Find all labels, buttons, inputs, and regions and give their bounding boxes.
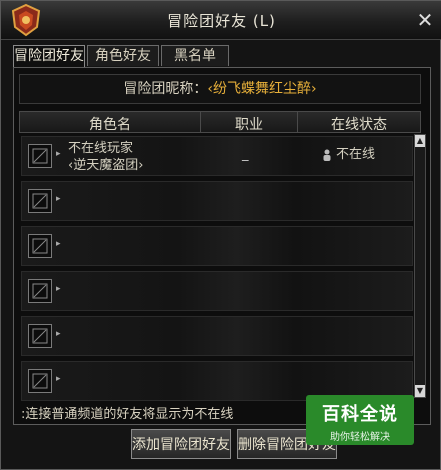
empty-slot-icon bbox=[32, 373, 48, 389]
expand-arrow-icon[interactable]: ▸ bbox=[56, 194, 61, 204]
column-header-name: 角色名 bbox=[89, 117, 131, 133]
row-status: 不在线 bbox=[322, 143, 375, 162]
column-header-job: 职业 bbox=[235, 117, 263, 133]
character-portrait bbox=[28, 189, 52, 213]
scroll-down-button[interactable]: ▼ bbox=[415, 385, 425, 397]
nickname-value: ‹纷飞蝶舞红尘醉› bbox=[207, 81, 317, 97]
character-name: 不在线玩家 bbox=[68, 141, 134, 156]
status-text: 不在线 bbox=[336, 147, 376, 162]
tab-blacklist[interactable]: 黑名单 bbox=[161, 45, 229, 66]
table-row[interactable]: ▸ bbox=[21, 181, 413, 221]
character-portrait bbox=[28, 324, 52, 348]
site-watermark: 百科全说 助你轻松解决 bbox=[306, 395, 414, 445]
expand-arrow-icon[interactable]: ▸ bbox=[56, 239, 61, 249]
character-portrait bbox=[28, 369, 52, 393]
offline-hint: :连接普通频道的好友将显示为不在线 bbox=[21, 407, 234, 422]
add-friend-button[interactable]: 添加冒险团好友 bbox=[131, 429, 231, 459]
window-title: 冒险团好友 (L) bbox=[167, 12, 276, 30]
scroll-up-button[interactable]: ▲ bbox=[415, 135, 425, 147]
empty-slot-icon bbox=[32, 238, 48, 254]
table-header: 角色名 职业 在线状态 bbox=[19, 111, 421, 133]
table-row[interactable]: ▸ bbox=[21, 271, 413, 311]
empty-slot-icon bbox=[32, 283, 48, 299]
character-portrait bbox=[28, 234, 52, 258]
watermark-title: 百科全说 bbox=[322, 404, 398, 425]
row-job: _ bbox=[242, 147, 249, 162]
tab-character-friends[interactable]: 角色好友 bbox=[87, 45, 159, 66]
expand-arrow-icon[interactable]: ▸ bbox=[56, 329, 61, 339]
table-row[interactable]: ▸ bbox=[21, 226, 413, 266]
nickname-row: 冒险团昵称：‹纷飞蝶舞红尘醉› bbox=[19, 74, 421, 104]
expand-arrow-icon[interactable]: ▸ bbox=[56, 149, 61, 159]
friends-window: 冒险团好友 (L) ✕ 冒险团好友 角色好友 黑名单 冒险团昵称：‹纷飞蝶舞红尘… bbox=[0, 0, 441, 470]
close-button[interactable]: ✕ bbox=[414, 9, 436, 31]
row-character-name: 不在线玩家 ‹逆天魔盗团› bbox=[68, 140, 143, 174]
empty-slot-icon bbox=[32, 328, 48, 344]
tab-adventure-friends[interactable]: 冒险团好友 bbox=[13, 45, 85, 68]
empty-slot-icon bbox=[32, 193, 48, 209]
character-portrait bbox=[28, 144, 52, 168]
column-header-status: 在线状态 bbox=[331, 117, 387, 133]
person-icon bbox=[323, 149, 331, 161]
title-bar[interactable]: 冒险团好友 (L) ✕ bbox=[1, 1, 441, 40]
expand-arrow-icon[interactable]: ▸ bbox=[56, 284, 61, 294]
empty-slot-icon bbox=[32, 148, 48, 164]
table-row[interactable]: ▸ 不在线玩家 ‹逆天魔盗团› _ 不在线 bbox=[21, 136, 413, 176]
guild-name: ‹逆天魔盗团› bbox=[68, 158, 144, 173]
nickname-label: 冒险团昵称： bbox=[123, 81, 208, 97]
expand-arrow-icon[interactable]: ▸ bbox=[56, 374, 61, 384]
watermark-subtitle: 助你轻松解决 bbox=[330, 432, 390, 443]
list-scrollbar[interactable]: ▲ ▼ bbox=[414, 134, 426, 398]
character-portrait bbox=[28, 279, 52, 303]
table-row[interactable]: ▸ bbox=[21, 316, 413, 356]
